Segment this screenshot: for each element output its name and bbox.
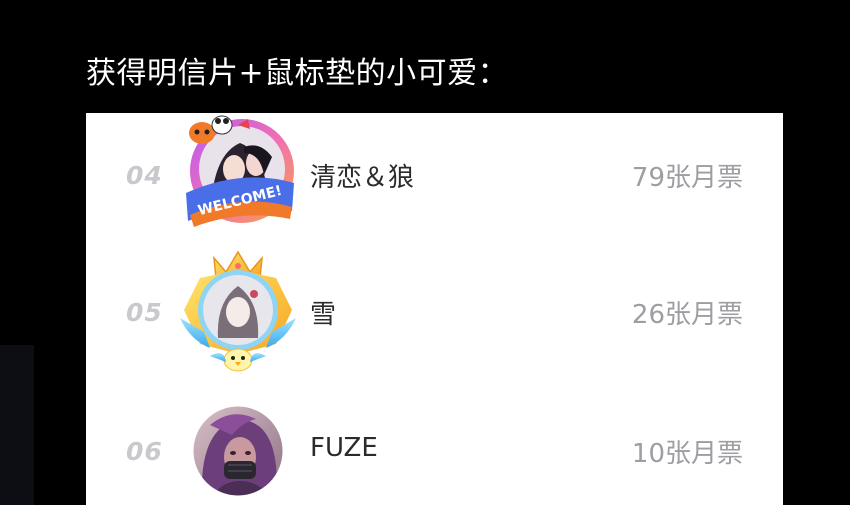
avatar-crown-frame[interactable]	[176, 248, 300, 372]
avatar-welcome-frame[interactable]: WELCOME!	[182, 113, 300, 231]
vote-count: 10张月票	[631, 439, 743, 469]
list-item-05[interactable]: 05 雪 26张月票	[86, 248, 783, 378]
rank-number: 06	[126, 437, 163, 466]
rank-number: 04	[126, 161, 163, 190]
ranking-list: 04 WELCOME! 清恋＆狼 79张月票 05 雪 26张月票 06 FUZ…	[86, 113, 783, 505]
page-heading: 获得明信片+鼠标垫的小可爱：	[86, 56, 509, 91]
user-name[interactable]: FUZE	[310, 433, 378, 463]
list-item-04[interactable]: 04 WELCOME! 清恋＆狼 79张月票	[86, 113, 783, 243]
vote-count: 79张月票	[631, 163, 743, 193]
user-name[interactable]: 清恋＆狼	[310, 157, 414, 194]
list-item-06[interactable]: 06 FUZE 10张月票	[86, 385, 783, 505]
user-name[interactable]: 雪	[310, 294, 336, 331]
screen: 获得明信片+鼠标垫的小可爱： 04 WELCOME! 清恋＆狼 79张月票 05…	[0, 0, 850, 505]
avatar[interactable]	[192, 405, 284, 497]
side-strip	[0, 345, 34, 505]
vote-count: 26张月票	[631, 300, 743, 330]
